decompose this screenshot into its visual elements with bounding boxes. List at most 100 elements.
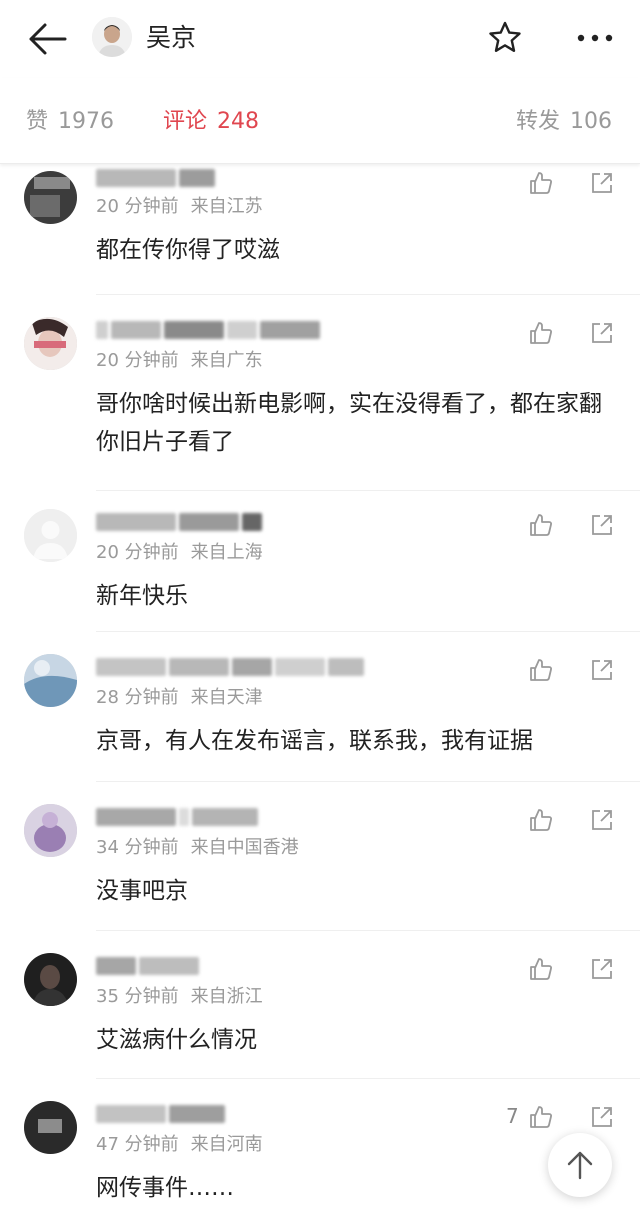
comment-time: 20 分钟前 [96, 350, 179, 371]
comment-meta: 20 分钟前 来自江苏 [96, 195, 263, 219]
share-button[interactable] [588, 955, 616, 983]
comment-time: 47 分钟前 [96, 1134, 179, 1155]
username-blurred[interactable] [96, 806, 258, 828]
scroll-to-top-button[interactable] [548, 1133, 612, 1197]
share-button[interactable] [588, 319, 616, 347]
share-icon [592, 1107, 612, 1127]
thumbs-up-icon [530, 1106, 552, 1128]
like-button[interactable] [526, 954, 556, 984]
share-icon [592, 810, 612, 830]
username-blurred[interactable] [96, 656, 364, 678]
like-count: 7 [506, 1104, 519, 1128]
comment-time: 34 分钟前 [96, 837, 179, 858]
tab-label: 转发 [516, 109, 561, 134]
favorite-button[interactable] [486, 19, 524, 57]
back-button[interactable] [26, 20, 68, 58]
avatar[interactable] [24, 317, 77, 370]
tab-label: 赞 [26, 109, 49, 134]
share-icon [592, 959, 612, 979]
comment-meta: 20 分钟前 来自广东 [96, 349, 263, 373]
comment-location: 来自浙江 [190, 986, 263, 1007]
comment-item: 20 分钟前 来自广东 哥你啥时候出新电影啊，实在没得看了，都在家翻你旧片子看了 [0, 295, 640, 491]
tab-comments[interactable]: 评论 248 [163, 108, 259, 136]
share-button[interactable] [588, 656, 616, 684]
profile-avatar[interactable] [92, 17, 132, 57]
comment-text: 新年快乐 [96, 583, 188, 609]
comment-time: 28 分钟前 [96, 687, 179, 708]
comment-time: 35 分钟前 [96, 986, 179, 1007]
comment-time: 20 分钟前 [96, 196, 179, 217]
share-icon [592, 515, 612, 535]
comment-item: 28 分钟前 来自天津 京哥，有人在发布谣言，联系我，我有证据 [0, 632, 640, 782]
tab-label: 评论 [163, 109, 208, 134]
more-button[interactable] [574, 22, 616, 54]
comment-list[interactable]: 20 分钟前 来自江苏 都在传你得了哎滋 20 分钟前 来自广东 哥你啥时候出新电影… [0, 165, 640, 1220]
username-blurred[interactable] [96, 511, 262, 533]
username-blurred[interactable] [96, 319, 320, 341]
tab-bar: 赞 1976 评论 248 转发 106 [0, 78, 640, 164]
share-button[interactable] [588, 169, 616, 197]
comment-location: 来自中国香港 [190, 837, 299, 858]
username-blurred[interactable] [96, 955, 199, 977]
tab-count: 106 [570, 109, 613, 134]
comment-item: 34 分钟前 来自中国香港 没事吧京 [0, 782, 640, 931]
avatar[interactable] [24, 509, 77, 562]
like-button[interactable] [526, 805, 556, 835]
thumbs-up-icon [530, 809, 552, 831]
comment-text: 哥你啥时候出新电影啊，实在没得看了，都在家翻你旧片子看了 [96, 391, 602, 455]
tab-count: 248 [217, 109, 260, 134]
avatar[interactable] [24, 1101, 77, 1154]
more-horizontal-icon [577, 34, 613, 42]
share-icon [592, 323, 612, 343]
top-bar: 吴京 [0, 0, 640, 78]
comment-item: 20 分钟前 来自江苏 都在传你得了哎滋 [0, 165, 640, 295]
share-icon [592, 173, 612, 193]
comment-text: 没事吧京 [96, 878, 188, 904]
comment-text: 都在传你得了哎滋 [96, 237, 280, 263]
star-icon [489, 21, 521, 52]
avatar[interactable] [24, 804, 77, 857]
like-button[interactable] [526, 510, 556, 540]
share-button[interactable] [588, 806, 616, 834]
thumbs-up-icon [530, 659, 552, 681]
comment-meta: 28 分钟前 来自天津 [96, 686, 263, 710]
avatar[interactable] [24, 953, 77, 1006]
share-button[interactable] [588, 1103, 616, 1131]
thumbs-up-icon [530, 172, 552, 194]
like-button[interactable] [526, 168, 556, 198]
comment-item: 35 分钟前 来自浙江 艾滋病什么情况 [0, 931, 640, 1079]
tab-count: 1976 [58, 109, 115, 134]
username-blurred[interactable] [96, 167, 215, 189]
comment-location: 来自上海 [190, 542, 263, 563]
thumbs-up-icon [530, 322, 552, 344]
comment-location: 来自天津 [190, 687, 263, 708]
comment-location: 来自江苏 [190, 196, 263, 217]
avatar[interactable] [24, 171, 77, 224]
comment-meta: 34 分钟前 来自中国香港 [96, 836, 299, 860]
comment-location: 来自河南 [190, 1134, 263, 1155]
profile-name[interactable]: 吴京 [146, 22, 196, 54]
avatar[interactable] [24, 654, 77, 707]
comment-meta: 47 分钟前 来自河南 [96, 1133, 263, 1157]
comment-text: 网传事件…… [96, 1175, 234, 1201]
comment-time: 20 分钟前 [96, 542, 179, 563]
arrow-left-icon [29, 23, 67, 55]
share-button[interactable] [588, 511, 616, 539]
comment-location: 来自广东 [190, 350, 263, 371]
tab-likes[interactable]: 赞 1976 [26, 108, 114, 136]
like-button[interactable] [526, 318, 556, 348]
comment-meta: 20 分钟前 来自上海 [96, 541, 263, 565]
arrow-up-icon [567, 1151, 593, 1180]
comment-text: 艾滋病什么情况 [96, 1027, 257, 1053]
like-button[interactable] [526, 1102, 556, 1132]
like-button[interactable] [526, 655, 556, 685]
thumbs-up-icon [530, 514, 552, 536]
comment-item: 20 分钟前 来自上海 新年快乐 [0, 491, 640, 632]
share-icon [592, 660, 612, 680]
thumbs-up-icon [530, 958, 552, 980]
comment-meta: 35 分钟前 来自浙江 [96, 985, 263, 1009]
comment-text: 京哥，有人在发布谣言，联系我，我有证据 [96, 728, 533, 754]
username-blurred[interactable] [96, 1103, 225, 1125]
tab-reposts[interactable]: 转发 106 [516, 108, 612, 136]
comment-item: 47 分钟前 来自河南 网传事件…… 7 [0, 1079, 640, 1220]
